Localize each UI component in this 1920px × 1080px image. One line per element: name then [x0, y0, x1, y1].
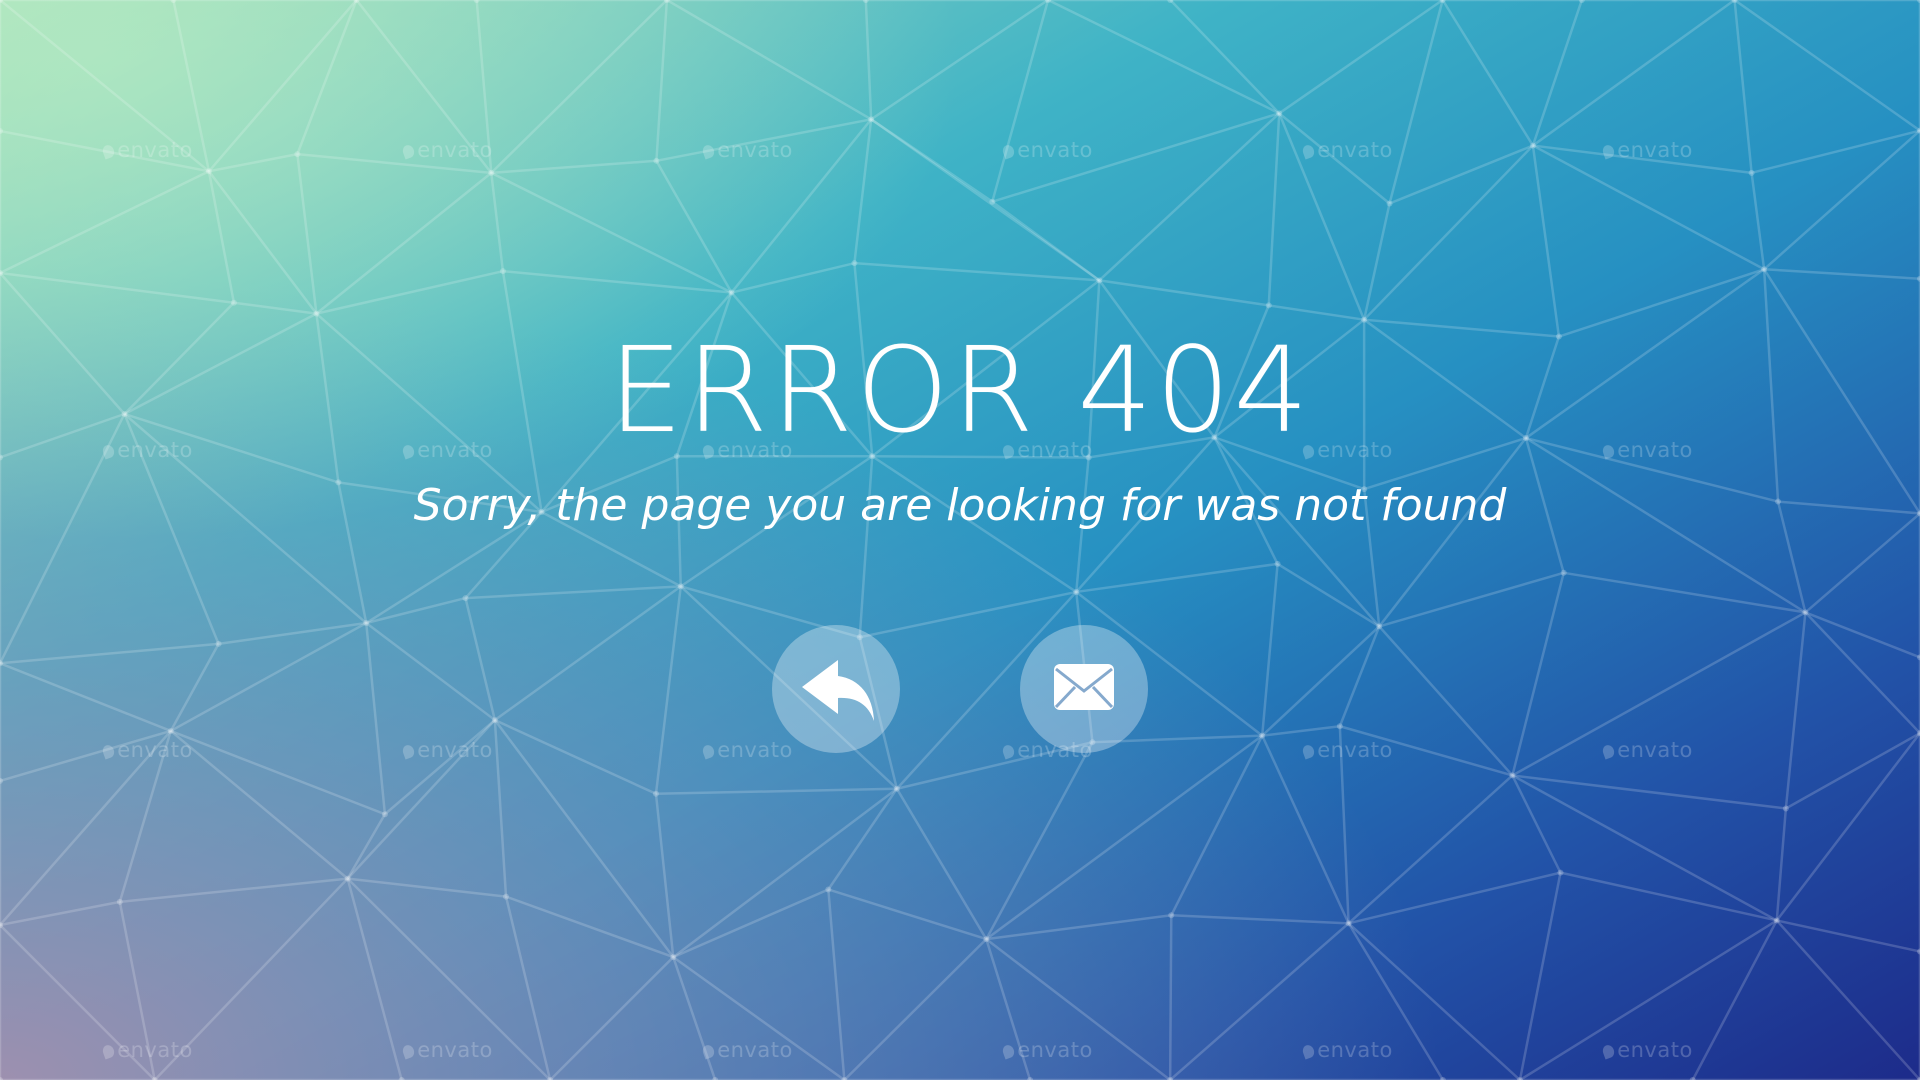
reply-arrow-icon [802, 660, 874, 721]
error-title: ERROR 404 [608, 321, 1312, 459]
envelope-icon [1054, 664, 1114, 710]
back-button[interactable] [772, 625, 900, 753]
contact-button[interactable] [1020, 625, 1148, 753]
error-page: ERROR 404 Sorry, the page you are lookin… [0, 0, 1920, 1080]
error-message: Sorry, the page you are looking for was … [413, 480, 1507, 531]
